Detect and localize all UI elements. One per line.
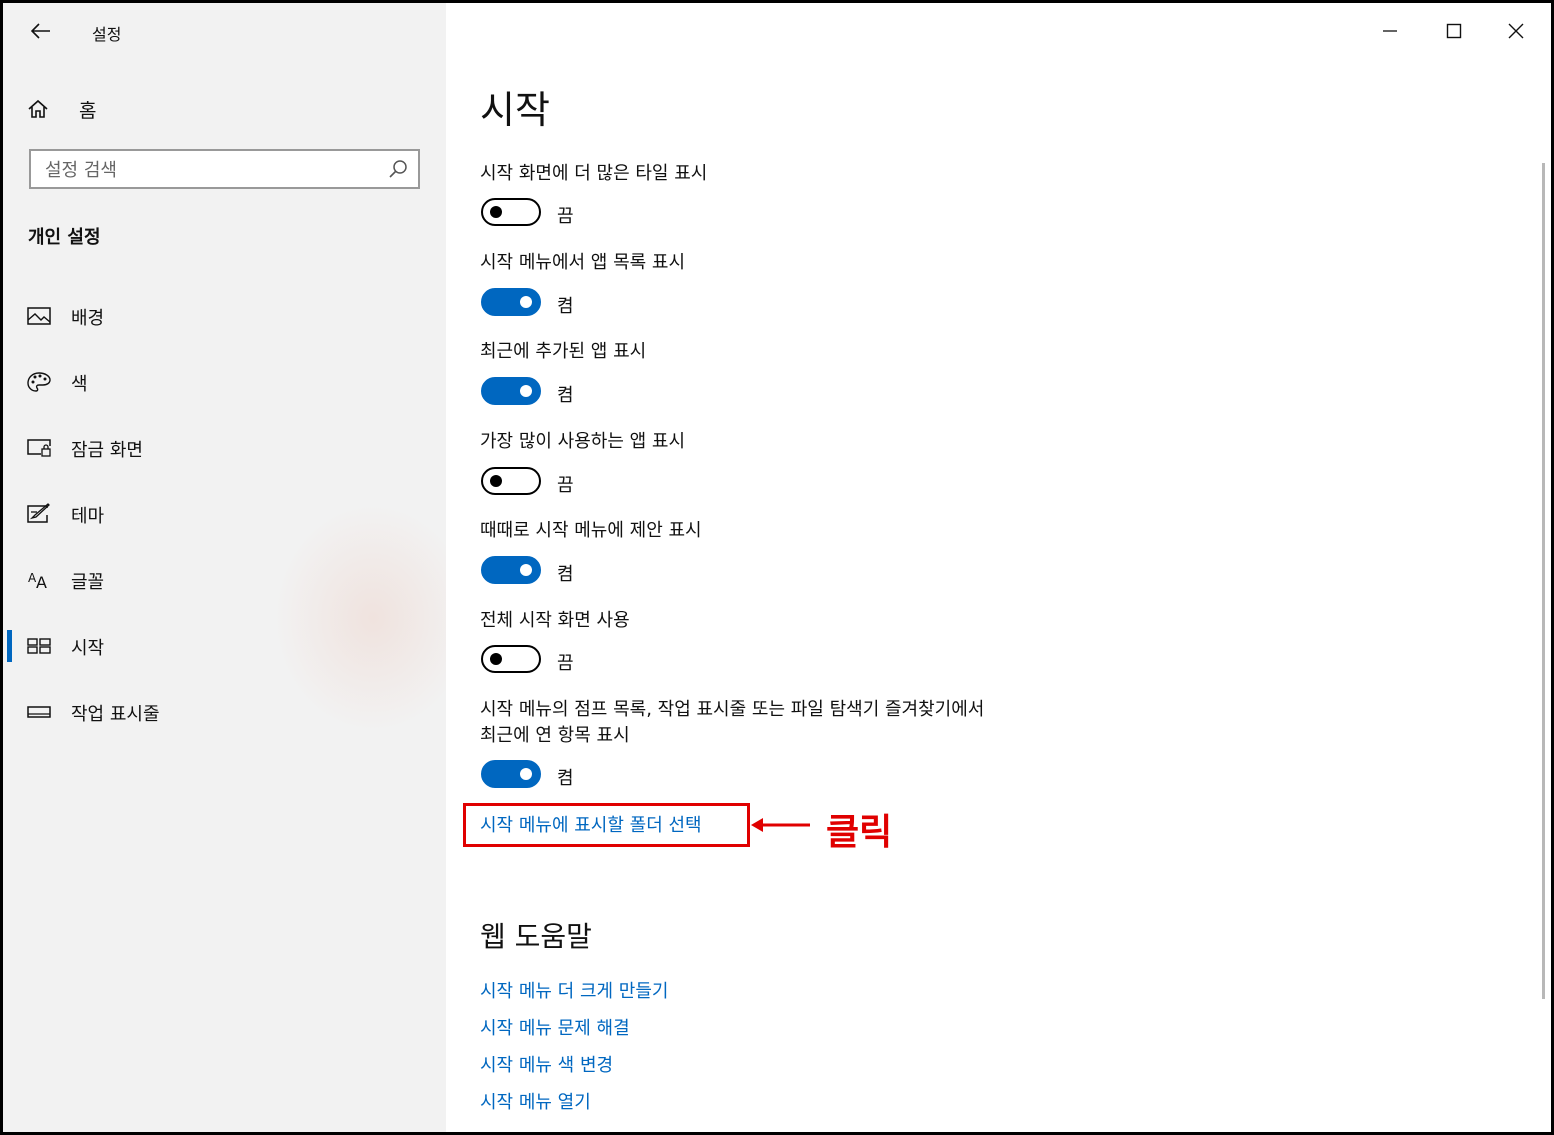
sidebar: 설정 홈 개인 설정 배경: [3, 3, 473, 1132]
search-input[interactable]: [31, 151, 387, 189]
lock-screen-icon: [27, 439, 51, 457]
main-content: 시작 시작 화면에 더 많은 타일 표시 끔 시작 메뉴에서 앱 목록 표시 켬…: [446, 3, 1551, 1132]
toggle-suggestions[interactable]: [481, 556, 541, 584]
scrollbar[interactable]: [1542, 163, 1545, 999]
toggle-state-text: 끔: [557, 206, 574, 227]
toggle-state-text: 켬: [557, 385, 574, 406]
setting-label-recent-items: 시작 메뉴의 점프 목록, 작업 표시줄 또는 파일 탐색기 즐겨찾기에서: [480, 699, 985, 720]
help-link-change-color[interactable]: 시작 메뉴 색 변경: [480, 1051, 613, 1077]
toggle-knob: [490, 206, 502, 218]
toggle-recent-apps[interactable]: [481, 377, 541, 405]
toggle-state-text: 켬: [557, 768, 574, 789]
palette-icon: [27, 372, 51, 392]
sidebar-item-label: 색: [71, 374, 88, 395]
toggle-knob: [520, 564, 532, 576]
toggle-state-text: 켬: [557, 296, 574, 317]
toggle-knob: [520, 385, 532, 397]
sidebar-item-lock-screen[interactable]: 잠금 화면: [3, 424, 446, 472]
close-icon: [1508, 23, 1524, 39]
help-link-troubleshoot[interactable]: 시작 메뉴 문제 해결: [480, 1014, 630, 1040]
toggle-knob: [520, 296, 532, 308]
toggle-state-text: 끔: [557, 475, 574, 496]
back-arrow-icon: [31, 23, 50, 39]
setting-label-most-used: 가장 많이 사용하는 앱 표시: [480, 431, 686, 452]
toggle-more-tiles[interactable]: [481, 198, 541, 226]
search-box[interactable]: [29, 149, 420, 189]
help-link-open-start[interactable]: 시작 메뉴 열기: [480, 1088, 591, 1114]
toggle-knob: [490, 653, 502, 665]
sidebar-item-taskbar[interactable]: 작업 표시줄: [3, 688, 446, 736]
picture-icon: [27, 307, 51, 325]
maximize-icon: [1446, 23, 1462, 39]
sidebar-item-label: 작업 표시줄: [71, 704, 160, 725]
sidebar-item-label: 잠금 화면: [71, 440, 143, 461]
svg-text:A: A: [36, 573, 47, 591]
app-title: 설정: [92, 25, 122, 44]
setting-label-more-tiles: 시작 화면에 더 많은 타일 표시: [480, 163, 708, 184]
settings-window: 설정 홈 개인 설정 배경: [0, 0, 1554, 1135]
home-icon: [28, 99, 48, 118]
toggle-recent-items[interactable]: [481, 760, 541, 788]
toggle-knob: [490, 475, 502, 487]
search-icon[interactable]: [388, 159, 408, 179]
minimize-icon: [1383, 30, 1397, 32]
sidebar-item-fonts[interactable]: A A 글꼴: [3, 556, 446, 604]
toggle-knob: [520, 768, 532, 780]
sidebar-item-theme[interactable]: 테마: [3, 490, 446, 538]
setting-label-recent-apps: 최근에 추가된 앱 표시: [480, 341, 647, 362]
toggle-state-text: 끔: [557, 653, 574, 674]
start-icon: [27, 638, 51, 654]
setting-label-full-screen: 전체 시작 화면 사용: [480, 610, 630, 631]
active-indicator: [7, 630, 12, 662]
sidebar-item-label: 테마: [71, 506, 105, 527]
choose-folders-link[interactable]: 시작 메뉴에 표시할 폴더 선택: [480, 811, 702, 837]
back-button[interactable]: [23, 13, 59, 49]
font-icon: A A: [28, 571, 47, 591]
sidebar-item-color[interactable]: 색: [3, 358, 446, 406]
sidebar-item-label: 글꼴: [71, 572, 105, 593]
section-title: 개인 설정: [28, 227, 101, 248]
toggle-most-used[interactable]: [481, 467, 541, 495]
minimize-button[interactable]: [1370, 13, 1410, 49]
sidebar-item-home[interactable]: 홈: [27, 93, 96, 125]
sidebar-item-start[interactable]: 시작: [3, 622, 446, 670]
toggle-state-text: 켬: [557, 564, 574, 585]
maximize-button[interactable]: [1434, 13, 1474, 49]
setting-label-app-list: 시작 메뉴에서 앱 목록 표시: [480, 252, 686, 273]
annotation-arrow-icon: [751, 818, 810, 832]
sidebar-item-label: 시작: [71, 638, 105, 659]
annotation-label: 클릭: [826, 812, 893, 853]
toggle-app-list[interactable]: [481, 288, 541, 316]
setting-label-suggestions: 때때로 시작 메뉴에 제안 표시: [480, 520, 702, 541]
sidebar-item-label: 배경: [71, 308, 105, 329]
page-title: 시작: [480, 88, 550, 132]
close-button[interactable]: [1496, 13, 1536, 49]
sidebar-item-label: 홈: [79, 99, 97, 122]
taskbar-icon: [27, 706, 51, 718]
toggle-full-screen[interactable]: [481, 645, 541, 673]
help-link-bigger-start[interactable]: 시작 메뉴 더 크게 만들기: [480, 977, 669, 1003]
sidebar-item-background[interactable]: 배경: [3, 292, 446, 340]
setting-label-recent-items-line2: 최근에 연 항목 표시: [480, 725, 630, 746]
web-help-title: 웹 도움말: [480, 920, 592, 953]
theme-icon: [27, 503, 50, 523]
